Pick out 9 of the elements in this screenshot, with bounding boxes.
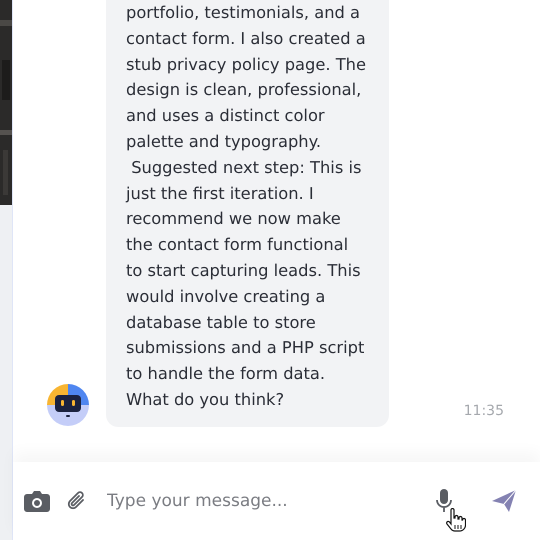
- microphone-button[interactable]: [436, 489, 452, 513]
- hand-cursor-icon: [446, 508, 466, 532]
- message-input[interactable]: Type your message...: [107, 487, 436, 515]
- send-button[interactable]: [492, 490, 516, 512]
- message-text: portfolio, testimonials, and a contact form. I also created a stub privacy policy page. The design is clean, professional, and uses a distinct color palette and typography. Suggested next step: This is just the first iteration. I recommend we now make the contact form functional to start capturing leads. This would involve creating a database table to store submissions and a PHP script to handle the form data. What do you think?: [106, 0, 389, 427]
- camera-button[interactable]: [24, 490, 50, 512]
- attach-button[interactable]: [67, 490, 87, 512]
- message-time: 11:35: [464, 402, 504, 419]
- robot-avatar-icon: [47, 384, 89, 426]
